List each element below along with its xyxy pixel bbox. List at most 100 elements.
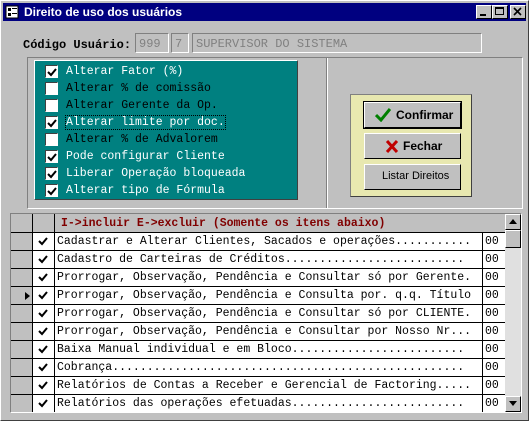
check-icon <box>47 119 57 128</box>
row-checkbox[interactable] <box>33 305 55 322</box>
list-rights-button[interactable]: Listar Direitos <box>364 164 461 190</box>
scroll-down-button[interactable] <box>505 396 521 412</box>
table-row[interactable]: Relatórios de Contas a Receber e Gerenci… <box>11 377 505 395</box>
check-icon <box>38 363 48 372</box>
permission-label: Alterar % de comissão <box>66 82 211 95</box>
permission-checkbox[interactable] <box>45 184 58 197</box>
check-icon <box>38 291 48 300</box>
button-panel: Confirmar Fechar Listar Direitos <box>350 94 472 197</box>
confirm-button[interactable]: Confirmar <box>363 101 462 129</box>
grid-header: I->incluir E->excluir (Somente os itens … <box>11 214 505 233</box>
row-description: Prorrogar, Observação, Pendência e Consu… <box>55 269 483 286</box>
row-indicator[interactable] <box>11 269 33 286</box>
check-icon <box>38 309 48 318</box>
row-checkbox[interactable] <box>33 377 55 394</box>
maximize-button[interactable] <box>492 5 508 19</box>
scroll-down-icon <box>509 401 517 406</box>
check-icon <box>38 399 48 408</box>
check-icon <box>38 255 48 264</box>
close-button[interactable] <box>510 5 526 19</box>
row-checkbox[interactable] <box>33 341 55 358</box>
row-indicator[interactable] <box>11 233 33 250</box>
table-row[interactable]: Prorrogar, Observação, Pendência e Consu… <box>11 287 505 305</box>
row-description: Prorrogar, Observação, Pendência e Consu… <box>55 323 483 340</box>
row-code: 00 <box>485 397 499 410</box>
list-rights-label: Listar Direitos <box>382 170 450 182</box>
user-code-field[interactable]: 999 <box>135 33 169 53</box>
permission-label: Alterar Fator (%) <box>66 65 184 78</box>
close-form-button[interactable]: Fechar <box>364 133 461 159</box>
check-icon <box>38 237 48 246</box>
current-row-arrow-icon <box>25 292 30 300</box>
rights-grid[interactable]: I->incluir E->excluir (Somente os itens … <box>10 213 522 413</box>
header-check-cell <box>33 214 55 232</box>
grid-header-text: I->incluir E->excluir (Somente os itens … <box>61 217 386 230</box>
row-description: Relatórios de Contas a Receber e Gerenci… <box>55 377 483 394</box>
row-description: Prorrogar, Observação, Pendência e Consu… <box>55 305 483 322</box>
permission-label: Alterar tipo de Fórmula <box>66 184 225 197</box>
scroll-up-icon <box>509 219 517 224</box>
row-indicator[interactable] <box>11 323 33 340</box>
row-indicator[interactable] <box>11 359 33 376</box>
table-row[interactable]: Prorrogar, Observação, Pendência e Consu… <box>11 305 505 323</box>
check-icon <box>47 68 57 77</box>
title-bar[interactable]: Direito de uso dos usuários <box>3 3 526 21</box>
x-icon <box>385 140 399 153</box>
row-indicator[interactable] <box>11 305 33 322</box>
permission-label: Alterar Gerente da Op. <box>66 99 218 112</box>
table-row[interactable]: Baixa Manual individual e em Bloco......… <box>11 341 505 359</box>
app-icon <box>5 5 19 19</box>
table-row[interactable]: Cobrança................................… <box>11 359 505 377</box>
check-icon <box>38 327 48 336</box>
permission-checkbox[interactable] <box>45 150 58 163</box>
permission-label: Alterar % de Advalorem <box>66 133 218 146</box>
checkmark-icon <box>375 108 391 122</box>
row-code: 00 <box>485 253 499 266</box>
row-indicator[interactable] <box>11 395 33 412</box>
scroll-thumb[interactable] <box>505 230 521 248</box>
row-indicator[interactable] <box>11 341 33 358</box>
row-code: 00 <box>485 343 499 356</box>
row-checkbox[interactable] <box>33 251 55 268</box>
user-name-field[interactable]: SUPERVISOR DO SISTEMA <box>192 33 482 53</box>
permission-checkbox[interactable] <box>45 133 58 146</box>
confirm-label: Confirmar <box>396 108 454 122</box>
table-row[interactable]: Cadastrar e Alterar Clientes, Sacados e … <box>11 233 505 251</box>
permission-checkbox[interactable] <box>45 65 58 78</box>
table-row[interactable]: Prorrogar, Observação, Pendência e Consu… <box>11 269 505 287</box>
row-code: 00 <box>485 379 499 392</box>
permission-checkbox[interactable] <box>45 167 58 180</box>
row-checkbox[interactable] <box>33 233 55 250</box>
permission-label: Liberar Operação bloqueada <box>66 167 246 180</box>
row-indicator[interactable] <box>11 377 33 394</box>
row-checkbox[interactable] <box>33 287 55 304</box>
permission-checkbox[interactable] <box>45 99 58 112</box>
row-code: 00 <box>485 361 499 374</box>
row-checkbox[interactable] <box>33 323 55 340</box>
row-code: 00 <box>485 325 499 338</box>
row-checkbox[interactable] <box>33 395 55 412</box>
row-indicator[interactable] <box>11 287 33 304</box>
row-description: Relatórios das operações efetuadas......… <box>55 395 483 412</box>
window-title: Direito de uso dos usuários <box>24 5 183 19</box>
user-code-label: Código Usuário: <box>23 38 132 52</box>
table-row[interactable]: Cadastro de Carteiras de Créditos.......… <box>11 251 505 269</box>
row-code: 00 <box>485 307 499 320</box>
table-row[interactable]: Prorrogar, Observação, Pendência e Consu… <box>11 323 505 341</box>
permissions-panel: Alterar Fator (%) Alterar % de comissão Al… <box>34 60 298 200</box>
permission-label: Alterar limite por doc. <box>65 115 226 130</box>
permission-label: Pode configurar Cliente <box>66 150 225 163</box>
minimize-button[interactable] <box>476 5 492 19</box>
row-checkbox[interactable] <box>33 269 55 286</box>
user-id-field[interactable]: 7 <box>171 33 189 53</box>
row-checkbox[interactable] <box>33 359 55 376</box>
row-description: Cadastrar e Alterar Clientes, Sacados e … <box>55 233 483 250</box>
permission-checkbox[interactable] <box>45 82 58 95</box>
table-row[interactable]: Relatórios das operações efetuadas......… <box>11 395 505 412</box>
close-form-label: Fechar <box>403 139 443 153</box>
permission-checkbox[interactable] <box>45 116 58 129</box>
scroll-up-button[interactable] <box>505 214 521 230</box>
grid-vertical-scrollbar[interactable] <box>505 214 521 412</box>
row-code: 00 <box>485 235 499 248</box>
row-indicator[interactable] <box>11 251 33 268</box>
